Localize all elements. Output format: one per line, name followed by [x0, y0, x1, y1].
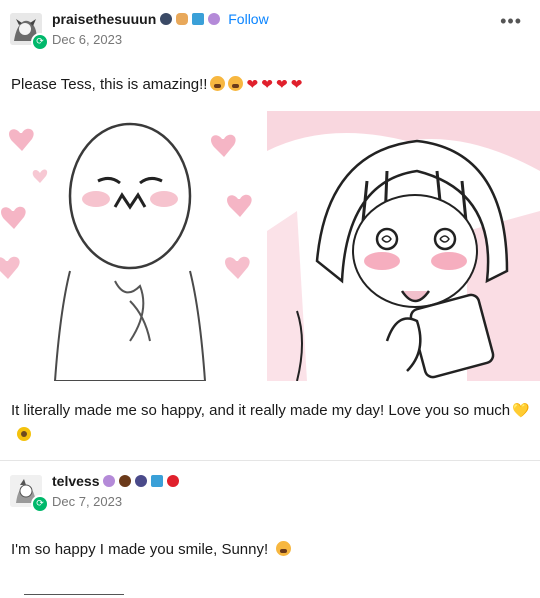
cry-emoji-icon: [276, 541, 292, 556]
post-caption: It literally made me so happy, and it re…: [11, 398, 531, 447]
username[interactable]: praisethesuuun: [52, 11, 156, 27]
reply-body-text: I'm so happy I made you smile, Sunny!: [11, 541, 269, 558]
follow-button[interactable]: Follow: [228, 11, 268, 27]
red-heart-icon: ❤: [275, 76, 288, 92]
post-original: ⟳ praisethesuuun Follow Dec 6, 2023 ••• …: [0, 0, 540, 441]
purple-badge-icon: [208, 13, 221, 25]
post-date[interactable]: Dec 6, 2023: [52, 32, 122, 47]
post-body: Please Tess, this is amazing!! ❤ ❤ ❤ ❤: [11, 72, 302, 97]
divider: [0, 460, 540, 461]
reblog-badge-icon: ⟳: [31, 33, 49, 51]
post-date[interactable]: Dec 7, 2023: [52, 494, 122, 509]
post-reply: ⟳ telvess Dec 7, 2023 I'm so happy I mad…: [0, 462, 540, 558]
reply-body: I'm so happy I made you smile, Sunny!: [11, 538, 292, 562]
reblog-badge-icon: ⟳: [31, 495, 49, 513]
blue-badge-icon: [151, 475, 164, 487]
penguin-badge-icon: [160, 13, 173, 25]
post-image-right[interactable]: [267, 111, 540, 381]
sunflower-icon: [17, 427, 31, 441]
cry-emoji-icon: [210, 76, 226, 91]
bottom-divider: [24, 594, 124, 595]
post-header-row: praisethesuuun Follow: [52, 11, 269, 27]
username[interactable]: telvess: [52, 473, 99, 489]
red-heart-icon: ❤: [246, 76, 259, 92]
blue-badge-icon: [192, 13, 205, 25]
post-body-text: Please Tess, this is amazing!!: [11, 76, 208, 93]
post-image-left[interactable]: [0, 111, 265, 381]
burger-badge-icon: [176, 13, 189, 25]
red-heart-icon: ❤: [261, 76, 273, 92]
post-caption-text: It literally made me so happy, and it re…: [11, 402, 511, 419]
reply-header-row: telvess: [52, 473, 180, 489]
navy-badge-icon: [135, 475, 148, 487]
yellow-heart-icon: 💛: [512, 402, 530, 418]
red-heart-icon: ❤: [290, 76, 303, 92]
purple-badge-icon: [103, 475, 116, 487]
more-options-icon[interactable]: •••: [500, 12, 522, 30]
cry-emoji-icon: [228, 76, 244, 91]
brown-badge-icon: [119, 475, 132, 487]
red-badge-icon: [167, 475, 180, 487]
post-header: ⟳ praisethesuuun Follow Dec 6, 2023 •••: [0, 0, 540, 56]
reply-header: ⟳ telvess Dec 7, 2023: [0, 462, 540, 518]
